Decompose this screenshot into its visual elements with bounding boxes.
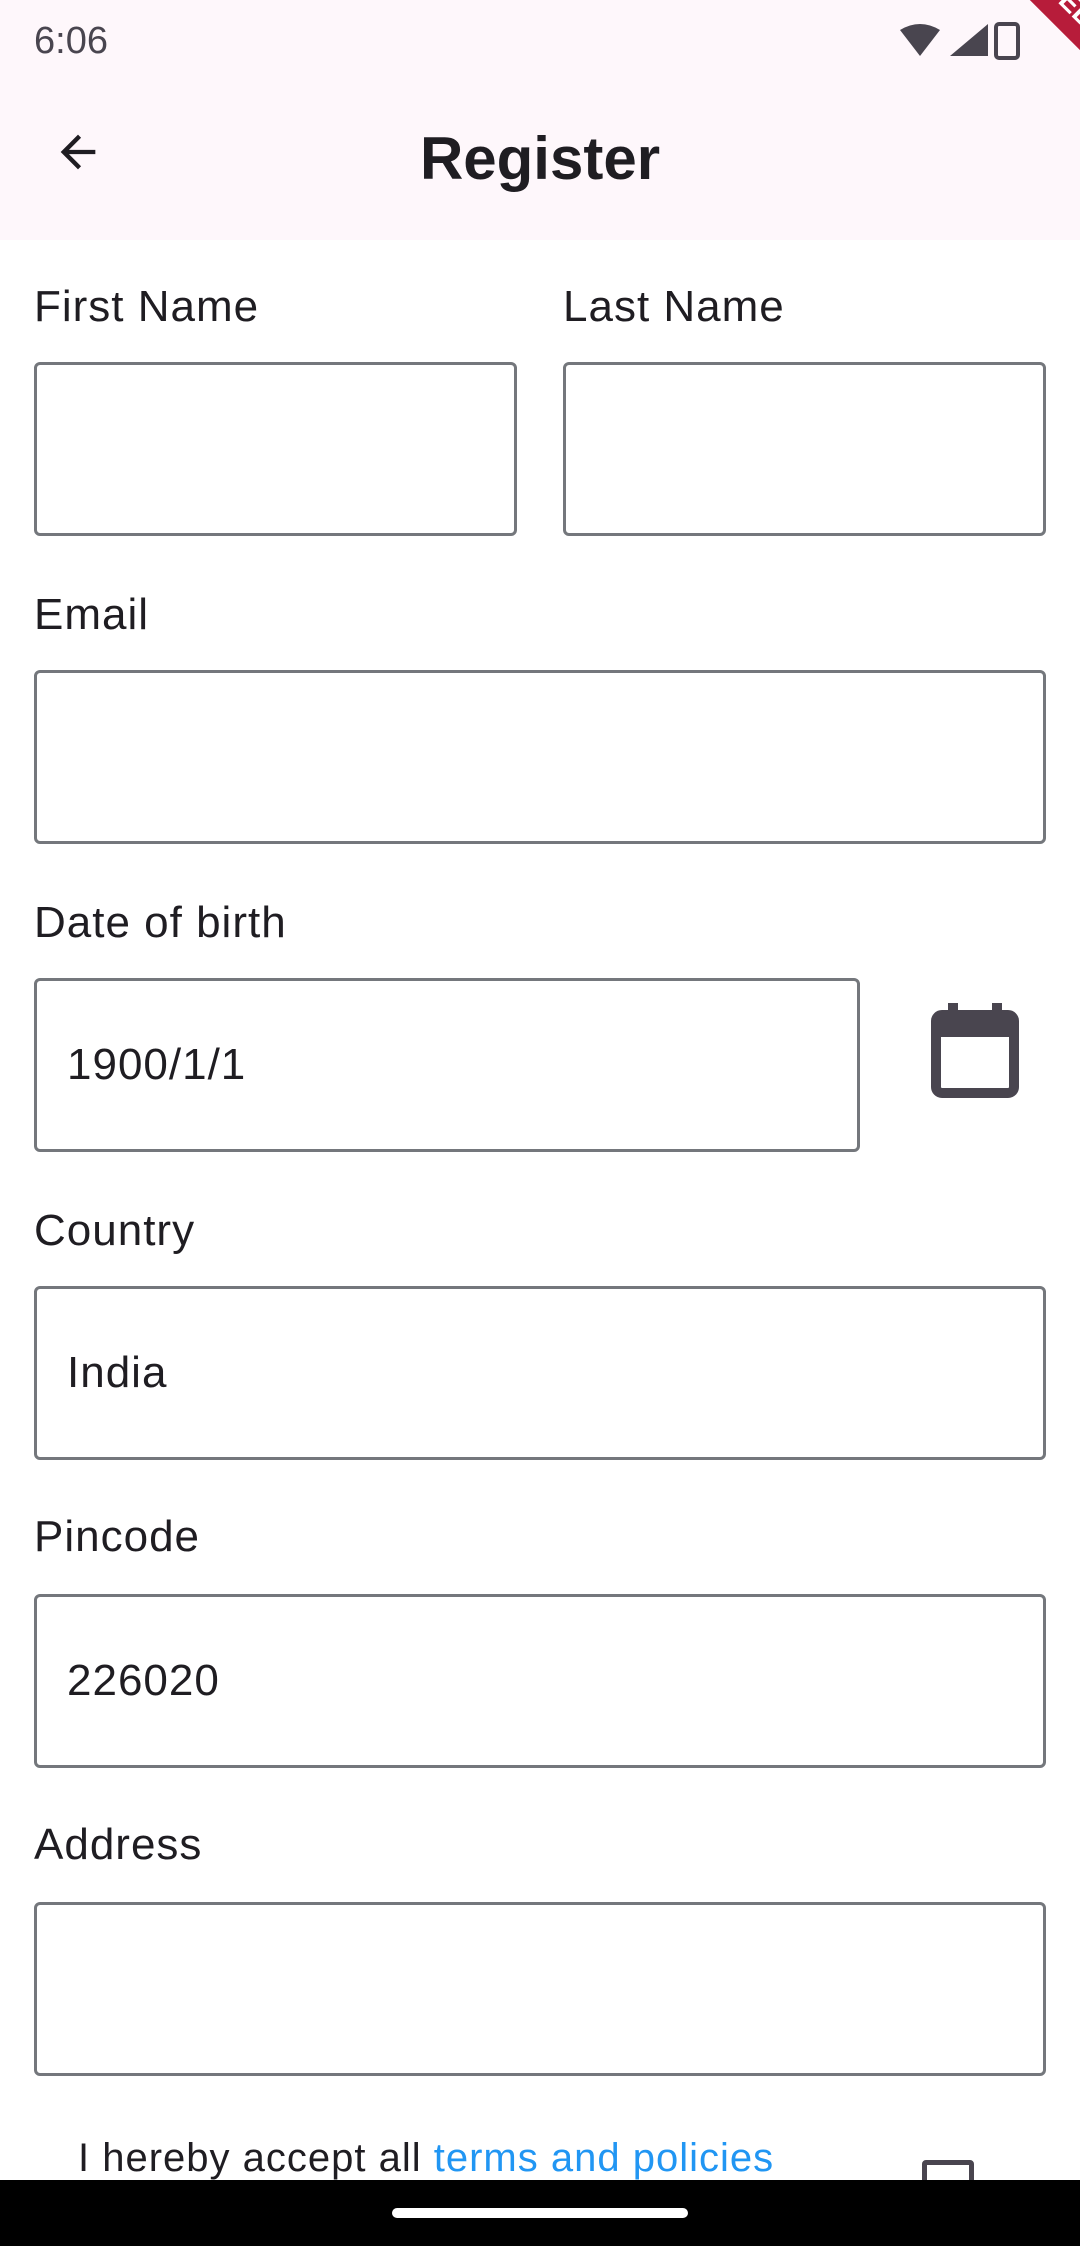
debug-banner-wrap: DEBUG: [0, 0, 1080, 200]
country-label: Country: [34, 1206, 196, 1255]
dob-label: Date of birth: [34, 898, 287, 947]
country-field[interactable]: India: [34, 1286, 1046, 1460]
first-name-label: First Name: [34, 282, 260, 331]
address-label: Address: [34, 1820, 203, 1869]
pincode-label: Pincode: [34, 1512, 201, 1561]
terms-text: I hereby accept all terms and policies: [78, 2136, 774, 2181]
calendar-icon: [931, 1003, 1019, 1098]
email-label: Email: [34, 590, 150, 639]
email-field[interactable]: [34, 670, 1046, 844]
pincode-field[interactable]: 226020: [34, 1594, 1046, 1768]
terms-link[interactable]: terms and policies: [434, 2136, 774, 2180]
debug-banner: DEBUG: [1005, 0, 1080, 97]
dob-field[interactable]: 1900/1/1: [34, 978, 860, 1152]
last-name-label: Last Name: [563, 282, 785, 331]
last-name-field[interactable]: [563, 362, 1046, 536]
address-field[interactable]: [34, 1902, 1046, 2076]
home-gesture-handle[interactable]: [392, 2208, 688, 2218]
terms-prefix: I hereby accept all: [78, 2136, 434, 2180]
date-picker-button[interactable]: [920, 996, 1030, 1106]
first-name-field[interactable]: [34, 362, 517, 536]
